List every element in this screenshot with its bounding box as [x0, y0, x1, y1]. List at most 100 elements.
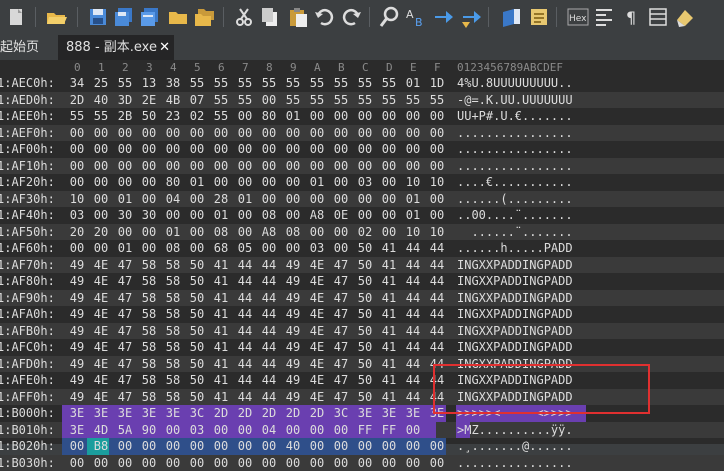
hex-row[interactable]: 1:B010h:3E4D5A900003000004000000FFFF00>M… [0, 422, 724, 439]
hex-byte[interactable]: 00 [402, 422, 424, 438]
hex-byte[interactable]: 00 [258, 158, 280, 174]
hex-byte[interactable]: 4E [306, 389, 328, 405]
hex-byte[interactable]: 00 [90, 174, 112, 190]
hex-byte[interactable]: 00 [114, 224, 136, 240]
hex-byte[interactable]: 01 [282, 108, 304, 124]
hex-byte[interactable]: 3E [90, 405, 112, 421]
undo-icon[interactable] [313, 6, 335, 28]
hex-byte[interactable]: 3E [162, 405, 184, 421]
hex-byte[interactable]: 50 [354, 356, 376, 372]
hex-byte[interactable]: 3D [114, 92, 136, 108]
hex-byte[interactable]: 4E [90, 389, 112, 405]
hex-byte[interactable]: 44 [426, 257, 448, 273]
hex-byte[interactable]: 38 [162, 75, 184, 91]
hex-byte[interactable]: 58 [162, 257, 184, 273]
hex-byte[interactable]: 00 [330, 422, 352, 438]
hex-byte[interactable]: A8 [258, 224, 280, 240]
hex-byte[interactable]: 44 [402, 273, 424, 289]
hex-byte[interactable]: 80 [258, 108, 280, 124]
hex-byte[interactable]: 3C [186, 405, 208, 421]
hex-byte[interactable]: 00 [306, 224, 328, 240]
hex-byte[interactable]: 2D [66, 92, 88, 108]
hex-byte[interactable]: 50 [186, 273, 208, 289]
hex-byte[interactable]: 55 [186, 75, 208, 91]
hex-byte[interactable]: 4E [90, 323, 112, 339]
hex-byte[interactable]: 00 [210, 158, 232, 174]
hex-byte[interactable]: 00 [282, 174, 304, 190]
hex-byte[interactable]: 49 [66, 339, 88, 355]
hex-byte[interactable]: 55 [66, 108, 88, 124]
hex-byte[interactable]: 4E [90, 273, 112, 289]
hex-byte[interactable]: 58 [138, 389, 160, 405]
save-icon[interactable] [87, 6, 109, 28]
hex-byte[interactable]: 3E [138, 405, 160, 421]
hex-byte[interactable]: 00 [90, 240, 112, 256]
hex-byte[interactable]: 58 [162, 306, 184, 322]
hex-byte[interactable]: 00 [90, 125, 112, 141]
hex-byte[interactable]: 44 [234, 323, 256, 339]
hex-byte[interactable]: 5A [114, 422, 136, 438]
hex-byte[interactable]: 49 [66, 273, 88, 289]
hex-byte[interactable]: 00 [234, 141, 256, 157]
open-folder-2-icon[interactable] [167, 6, 189, 28]
hex-byte[interactable]: 41 [210, 290, 232, 306]
hex-byte[interactable]: FF [378, 422, 400, 438]
hex-byte[interactable]: 30 [138, 207, 160, 223]
hex-byte[interactable]: 00 [210, 174, 232, 190]
hex-byte[interactable]: 41 [378, 257, 400, 273]
hex-byte[interactable]: 00 [426, 125, 448, 141]
ascii-text[interactable]: 4%U.8UUUUUUUUU.. [457, 75, 573, 91]
hex-byte[interactable]: 4E [306, 257, 328, 273]
hex-byte[interactable]: 00 [282, 455, 304, 471]
hex-byte[interactable]: 00 [162, 438, 184, 454]
hex-byte[interactable]: 4E [90, 290, 112, 306]
ascii-text[interactable]: ......¨....... [457, 224, 573, 240]
hex-byte[interactable]: 00 [258, 92, 280, 108]
hex-byte[interactable]: 50 [186, 290, 208, 306]
hex-byte[interactable]: 08 [258, 207, 280, 223]
ascii-text[interactable]: ................ [457, 125, 573, 141]
hex-byte[interactable]: 4E [306, 339, 328, 355]
hex-byte[interactable]: 00 [210, 125, 232, 141]
hex-byte[interactable]: 50 [354, 257, 376, 273]
hex-byte[interactable]: 44 [258, 389, 280, 405]
hex-byte[interactable]: 47 [330, 372, 352, 388]
hex-row[interactable]: 1:AF60h:00000100080068050000030050414444… [0, 240, 724, 257]
hex-byte[interactable]: 55 [282, 75, 304, 91]
hex-byte[interactable]: 44 [426, 273, 448, 289]
hex-byte[interactable]: 00 [186, 240, 208, 256]
hex-byte[interactable]: 4E [306, 372, 328, 388]
ascii-text[interactable]: >MZ..........ÿÿ. [457, 422, 573, 438]
hex-byte[interactable]: 00 [66, 438, 88, 454]
hex-byte[interactable]: 00 [354, 158, 376, 174]
hex-byte[interactable]: 10 [426, 174, 448, 190]
hex-byte[interactable]: 49 [282, 356, 304, 372]
hex-byte[interactable]: 47 [114, 290, 136, 306]
hex-byte[interactable]: 44 [234, 257, 256, 273]
hex-row[interactable]: 1:AF80h:494E47585850414444494E4750414444… [0, 273, 724, 290]
hex-byte[interactable]: 05 [234, 240, 256, 256]
hex-byte[interactable]: 4E [90, 372, 112, 388]
hex-byte[interactable]: 50 [354, 389, 376, 405]
hex-byte[interactable]: 00 [306, 141, 328, 157]
hex-byte[interactable]: 4E [306, 290, 328, 306]
hex-byte[interactable]: 00 [234, 174, 256, 190]
hex-byte[interactable]: 00 [138, 438, 160, 454]
hex-byte[interactable]: 01 [402, 75, 424, 91]
hex-byte[interactable]: 41 [378, 306, 400, 322]
hex-byte[interactable]: 41 [210, 356, 232, 372]
hex-byte[interactable]: 55 [234, 92, 256, 108]
hex-byte[interactable]: 55 [210, 75, 232, 91]
hex-byte[interactable]: 00 [66, 240, 88, 256]
hex-byte[interactable]: 55 [330, 92, 352, 108]
hex-byte[interactable]: B8 [90, 438, 112, 454]
hex-byte[interactable]: 00 [402, 108, 424, 124]
hex-byte[interactable]: 00 [138, 141, 160, 157]
hex-byte[interactable]: 50 [354, 240, 376, 256]
hex-byte[interactable]: 44 [402, 323, 424, 339]
new-file-icon[interactable] [5, 6, 27, 28]
hex-byte[interactable]: 00 [210, 141, 232, 157]
hex-byte[interactable]: 00 [66, 455, 88, 471]
hex-byte[interactable]: 1D [426, 75, 448, 91]
ascii-text[interactable]: ......h.....PADD [457, 240, 573, 256]
